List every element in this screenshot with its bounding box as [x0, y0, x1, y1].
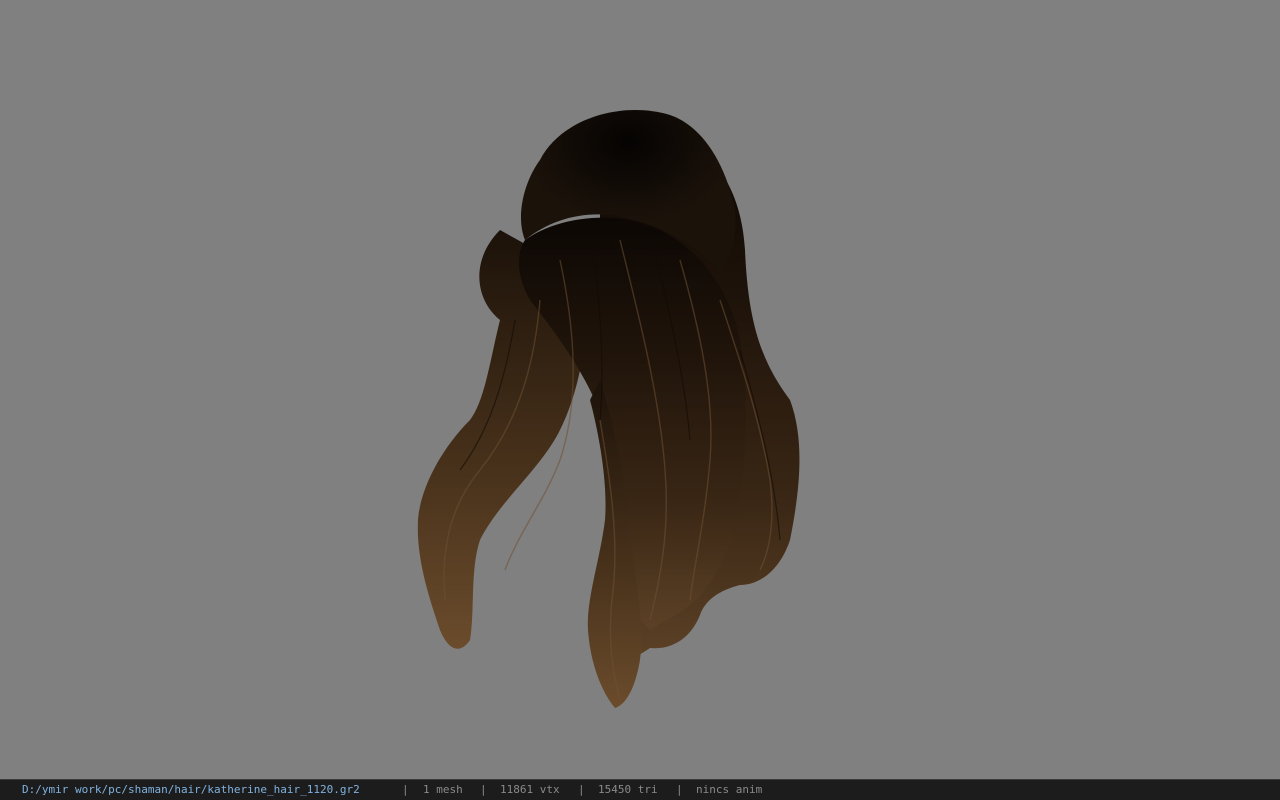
3d-viewport[interactable]: [0, 0, 1280, 779]
triangle-count: 15450 tri: [598, 783, 658, 796]
hair-model-render: [417, 110, 800, 708]
mesh-count: 1 mesh: [423, 783, 463, 796]
anim-status: nincs anim: [696, 783, 763, 796]
file-path: D:/ymir work/pc/shaman/hair/katherine_ha…: [22, 783, 360, 796]
separator: |: [676, 783, 683, 796]
separator: |: [480, 783, 487, 796]
separator: |: [578, 783, 585, 796]
separator: |: [402, 783, 409, 796]
vertex-count: 11861 vtx: [500, 783, 560, 796]
status-bar: D:/ymir work/pc/shaman/hair/katherine_ha…: [0, 779, 1280, 800]
